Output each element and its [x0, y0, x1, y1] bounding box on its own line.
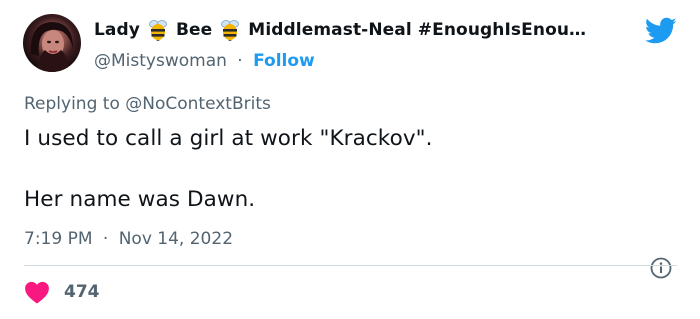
separator: · [102, 229, 109, 249]
author-name-part2: Bee [175, 20, 213, 40]
author-name-part3: Middlemast-Neal #EnoughIsEnou… [248, 20, 587, 40]
tweet-embed: Lady Bee Middlemast-Neal #EnoughIsEnou… … [0, 0, 700, 319]
heart-icon[interactable] [24, 280, 50, 304]
author-handle[interactable]: @Mistyswoman [94, 51, 227, 71]
author-name-part1: Lady [94, 20, 140, 40]
author-handle-row: @Mistyswoman · Follow [94, 51, 315, 71]
avatar[interactable] [23, 14, 81, 72]
tweet-timestamp[interactable]: 7:19 PM · Nov 14, 2022 [24, 229, 233, 249]
author-name[interactable]: Lady Bee Middlemast-Neal #EnoughIsEnou… [94, 17, 586, 43]
info-icon[interactable] [650, 257, 672, 279]
reply-mention-link[interactable]: @NoContextBrits [125, 94, 271, 114]
divider [24, 265, 677, 266]
bee-icon [148, 19, 168, 41]
tweet-text-line2: Her name was Dawn. [24, 187, 256, 212]
like-action[interactable]: 474 [24, 280, 100, 304]
tweet-text-line1: I used to call a girl at work "Krackov". [24, 126, 433, 151]
tweet-time: 7:19 PM [24, 229, 93, 249]
like-count: 474 [64, 282, 100, 302]
reply-context: Replying to @NoContextBrits [24, 94, 271, 114]
tweet-date: Nov 14, 2022 [118, 229, 234, 249]
separator: · [237, 51, 243, 71]
twitter-bird-icon[interactable] [645, 17, 677, 45]
follow-button[interactable]: Follow [253, 51, 315, 71]
bee-icon [220, 19, 240, 41]
reply-prefix: Replying to [24, 94, 120, 114]
